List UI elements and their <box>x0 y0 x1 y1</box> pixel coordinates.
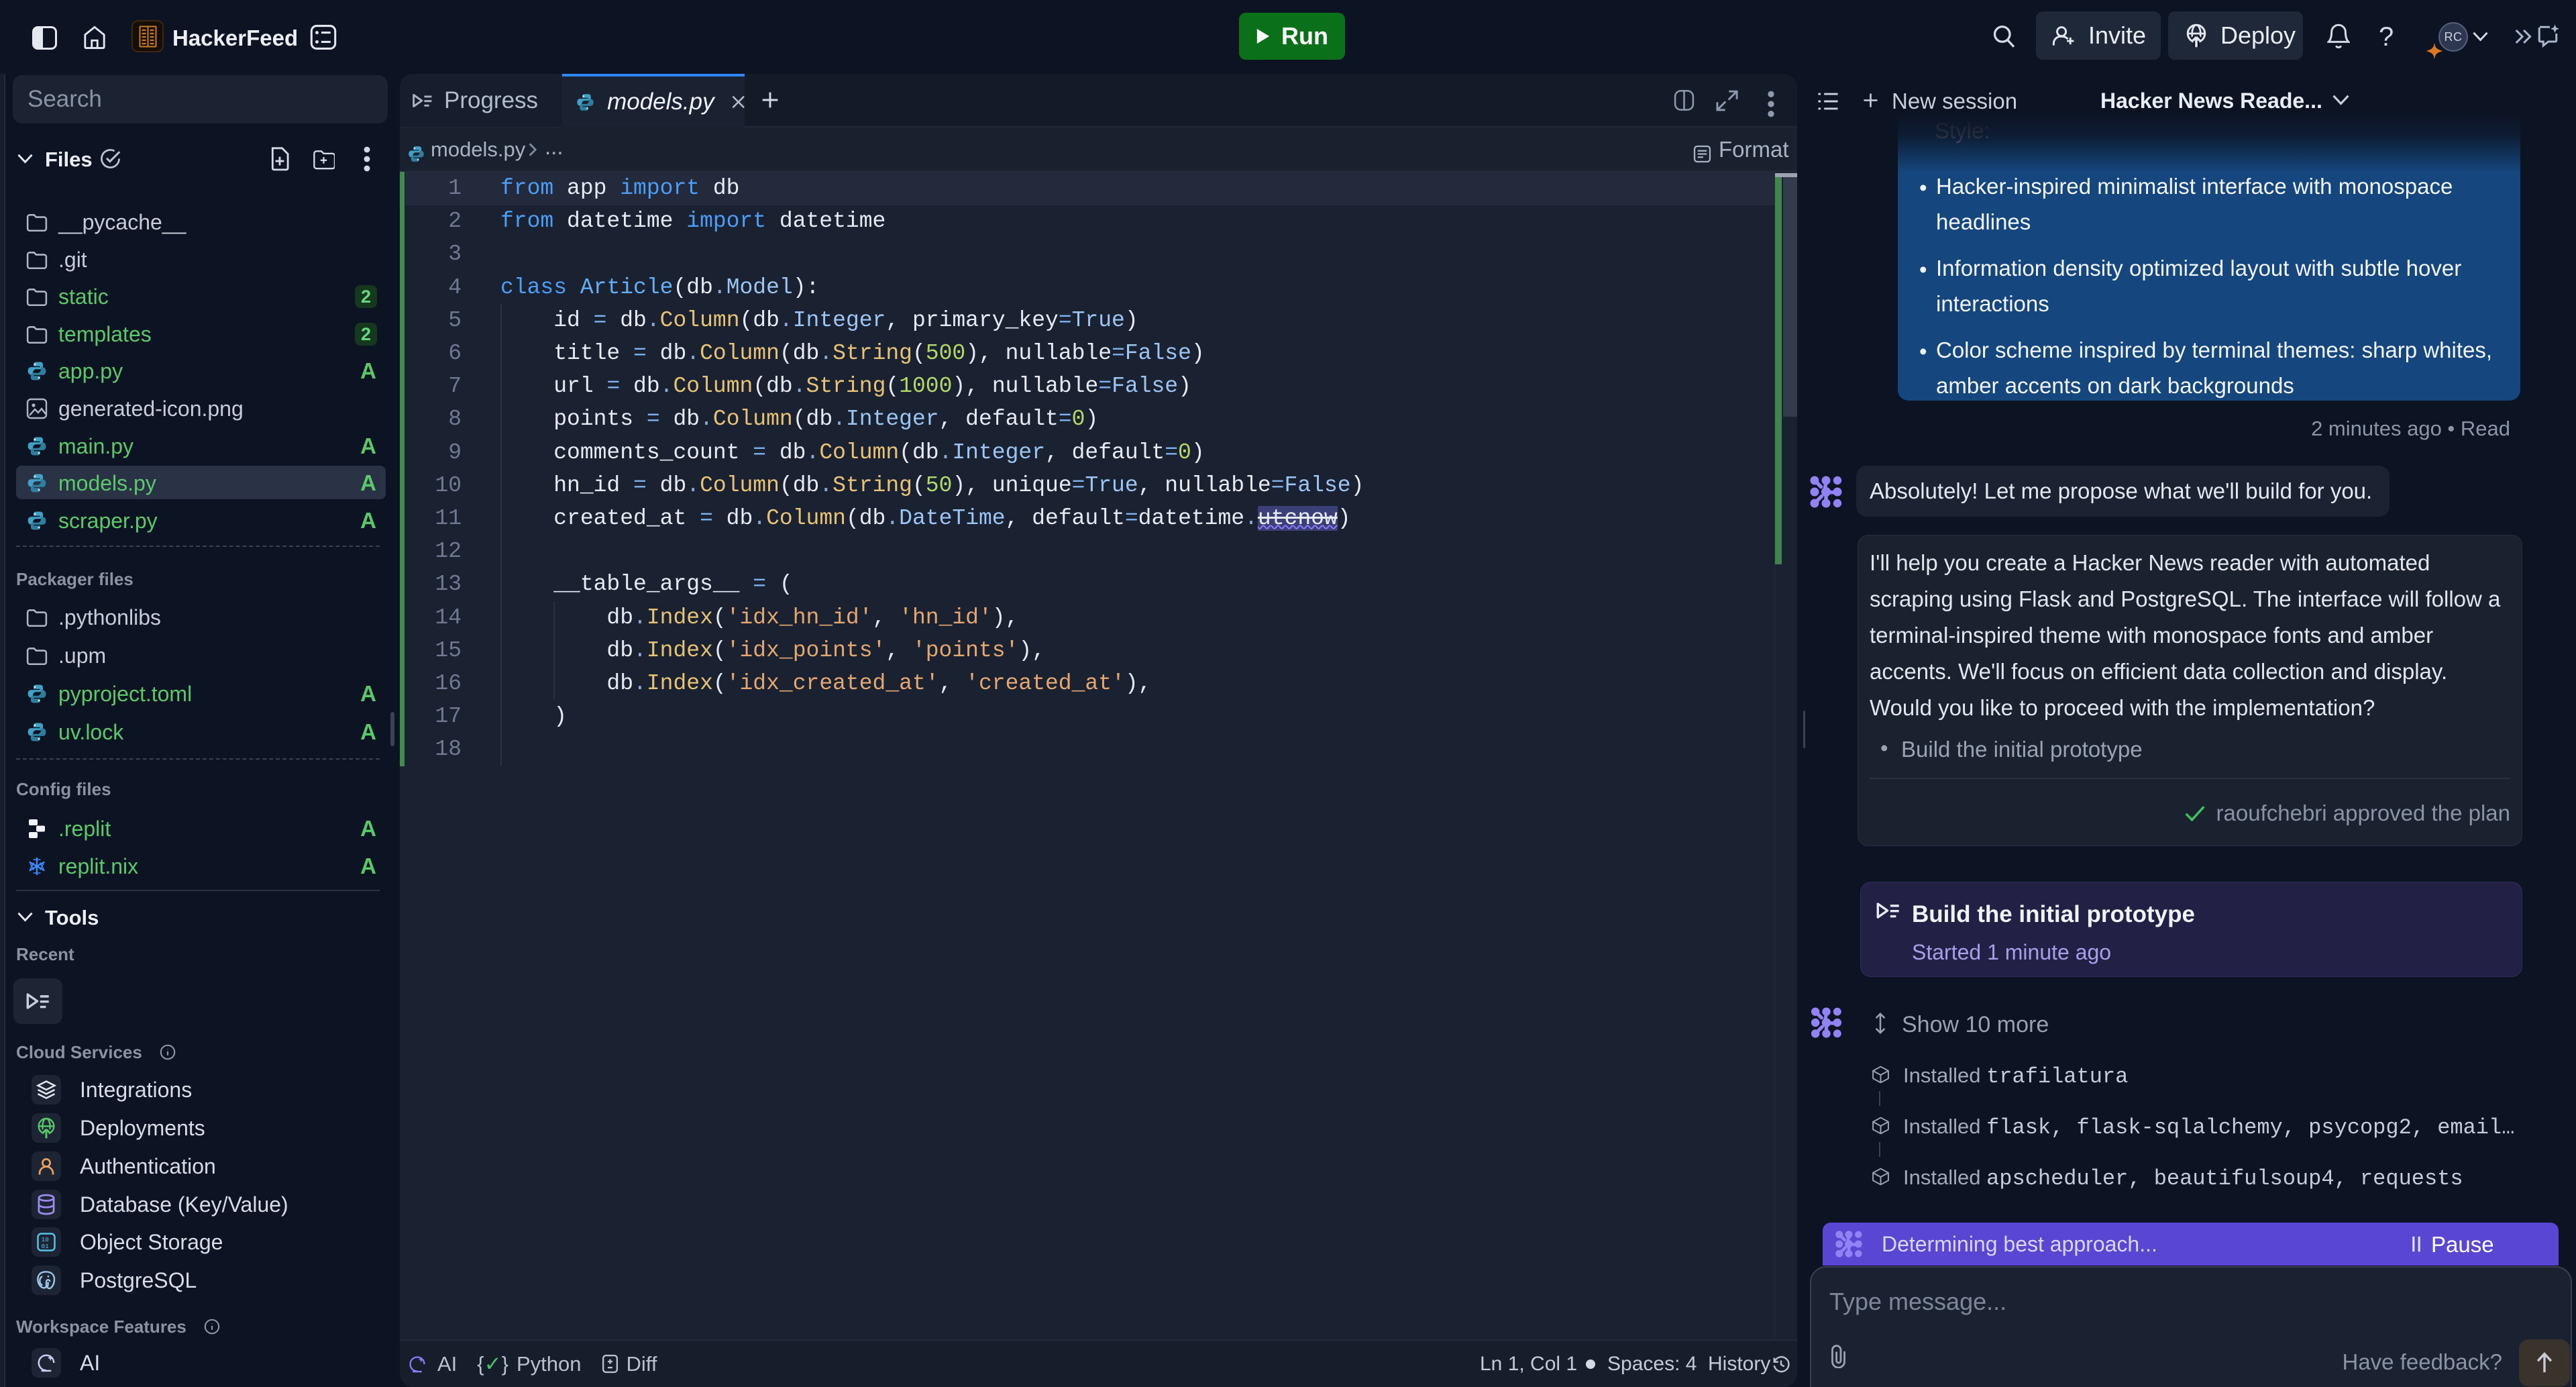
svg-text:01: 01 <box>42 1243 50 1250</box>
